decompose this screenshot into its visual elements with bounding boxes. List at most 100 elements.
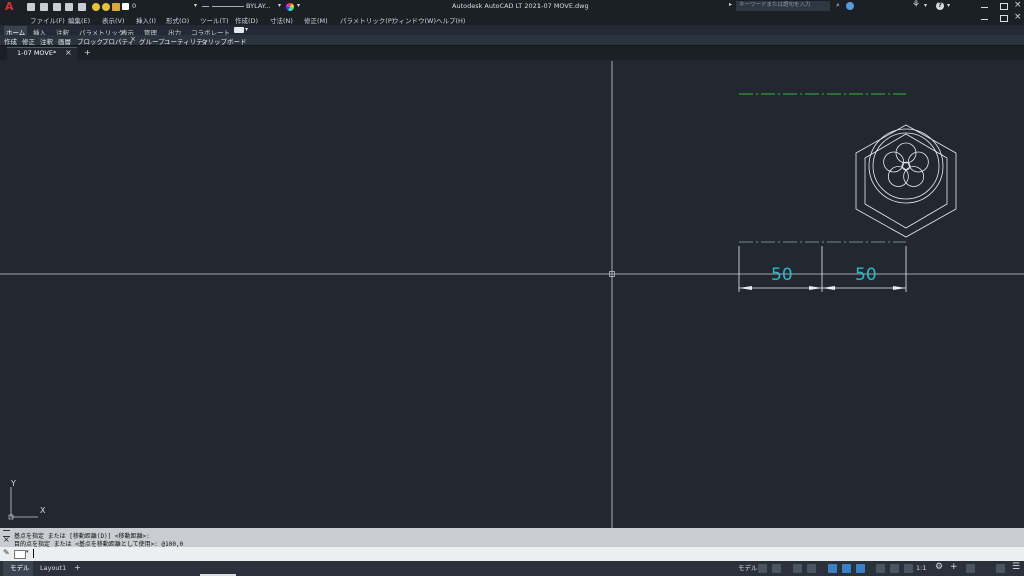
menu-window[interactable]: ウィンドウ(W) <box>392 15 436 25</box>
menu-bar: ファイル(F) 編集(E) 表示(V) 挿入(I) 形式(O) ツール(T) 作… <box>0 13 1024 25</box>
snap-toggle-icon[interactable] <box>772 564 781 573</box>
sun-icon[interactable] <box>102 3 110 11</box>
layer-color-swatch[interactable] <box>122 3 129 10</box>
workspace-gear-icon[interactable]: ⚙ <box>935 563 943 572</box>
user-icon[interactable] <box>846 2 854 10</box>
menu-file[interactable]: ファイル(F) <box>30 15 65 25</box>
minimize-icon[interactable] <box>981 7 988 8</box>
menu-dimension[interactable]: 寸法(N) <box>270 15 293 25</box>
menu-tools[interactable]: ツール(T) <box>200 15 229 25</box>
doc-restore-icon[interactable] <box>1000 15 1008 22</box>
help-chevron-icon[interactable]: ▾ <box>947 3 950 9</box>
layer-dropdown-chevron-icon[interactable]: ▾ <box>194 3 197 9</box>
ribbon-tabs: ホーム 挿入 注釈 パラメトリック 表示 管理 出力 コラボレート ▾ <box>0 25 1024 38</box>
add-layout-plus-icon[interactable]: + <box>74 564 81 572</box>
hexagon-inner <box>864 133 948 229</box>
panel-draw[interactable]: 作成 <box>4 36 17 46</box>
selection-cycling-icon[interactable] <box>890 564 899 573</box>
drawing-canvas[interactable]: 50 50 Y X <box>0 61 1024 528</box>
save-as-icon[interactable] <box>65 3 73 11</box>
petal-1 <box>895 142 917 164</box>
restore-icon[interactable] <box>1000 3 1008 10</box>
doc-minimize-icon[interactable] <box>981 19 988 20</box>
isodraft-toggle-icon[interactable] <box>828 564 837 573</box>
ribbon-toggle-button[interactable] <box>234 27 244 33</box>
panel-groups[interactable]: グループ <box>139 36 165 46</box>
menu-help[interactable]: ヘルプ(H) <box>436 15 465 25</box>
customize-status-menu-icon[interactable]: ☰ <box>1012 563 1020 572</box>
model-space-drawing <box>0 61 1024 528</box>
dim-arrow-3 <box>822 286 835 290</box>
ortho-toggle-icon[interactable] <box>793 564 802 573</box>
doc-close-icon[interactable]: × <box>1014 13 1022 22</box>
document-tab-bar: 1-07 MOVE* × + <box>0 46 1024 61</box>
grid-toggle-icon[interactable] <box>758 564 767 573</box>
linetype-dropdown-chevron-icon[interactable]: ▾ <box>278 3 281 9</box>
annotation-monitor-icon[interactable]: + <box>950 563 958 572</box>
open-file-icon[interactable] <box>40 3 48 11</box>
object-snap-tracking-icon[interactable] <box>842 564 851 573</box>
new-file-icon[interactable] <box>27 3 35 11</box>
petal-3 <box>903 166 925 187</box>
model-space-toggle[interactable]: モデル <box>738 565 758 572</box>
layer-dropdown-value[interactable]: 0 <box>132 3 136 10</box>
panel-modify[interactable]: 修正 <box>22 36 35 46</box>
linetype-dropdown-value[interactable]: BYLAY... <box>246 3 271 10</box>
menu-draw[interactable]: 作成(D) <box>235 15 258 25</box>
autodesk-app-icon[interactable]: ⚘ <box>912 1 920 10</box>
panel-layers[interactable]: 画層 <box>58 36 71 46</box>
hexagon-outer <box>855 124 957 238</box>
petal-2 <box>907 151 929 173</box>
lightbulb-icon[interactable] <box>92 3 100 11</box>
doc-tab-label: 1-07 MOVE* <box>17 49 57 57</box>
plot-icon[interactable] <box>78 3 86 11</box>
lineweight-toggle-icon[interactable] <box>876 564 885 573</box>
layout-tab-model-label: モデル <box>10 564 30 572</box>
file-name: 1-07 MOVE.dwg <box>537 2 589 10</box>
app-menu-chevron-icon[interactable]: ▾ <box>924 3 927 9</box>
close-icon[interactable]: × <box>1014 1 1022 10</box>
panel-clipboard[interactable]: クリップボード <box>201 36 247 46</box>
menu-view[interactable]: 表示(V) <box>102 15 125 25</box>
command-input[interactable] <box>32 548 1012 559</box>
dim-arrow-4 <box>893 286 906 290</box>
recent-commands-chevron-icon[interactable]: ▾ <box>26 550 29 555</box>
panel-properties-close-icon[interactable]: × <box>130 36 136 43</box>
annotation-scale[interactable]: 1:1 <box>916 565 926 572</box>
menu-parametric[interactable]: パラメトリック(P) <box>340 15 394 25</box>
app-logo-icon[interactable]: A <box>5 1 14 12</box>
object-snap-icon[interactable] <box>856 564 865 573</box>
quick-access-more-chevron-icon[interactable]: ▾ <box>297 3 300 9</box>
polar-toggle-icon[interactable] <box>807 564 816 573</box>
title-bar: A 0 ▾ BYLAY... ▾ ▾ Autodesk AutoCAD LT 2… <box>0 0 1024 13</box>
menu-format[interactable]: 形式(O) <box>166 15 189 25</box>
doc-tab-close-icon[interactable]: × <box>65 49 72 57</box>
isolate-objects-icon[interactable] <box>966 564 975 573</box>
new-tab-plus-icon[interactable]: + <box>84 49 91 57</box>
recent-commands-icon[interactable] <box>14 550 26 559</box>
clean-screen-icon[interactable] <box>996 564 1005 573</box>
save-icon[interactable] <box>53 3 61 11</box>
lock-icon[interactable] <box>112 3 120 11</box>
ribbon-toggle-chevron-icon[interactable]: ▾ <box>245 27 248 33</box>
menu-edit[interactable]: 編集(E) <box>68 15 90 25</box>
ucs-x-label: X <box>40 506 46 515</box>
annotation-visibility-icon[interactable] <box>904 564 913 573</box>
status-bar: モデル Layout1 + モデル 1:1 ⚙ + ☰ <box>0 561 1024 576</box>
search-expand-icon[interactable]: ▸ <box>729 2 732 8</box>
layout-tab-layout1[interactable]: Layout1 <box>40 565 66 572</box>
help-glyph: ? <box>938 1 943 9</box>
ucs-y-label: Y <box>11 479 16 488</box>
command-close-icon[interactable]: × <box>3 536 10 544</box>
customize-wrench-icon[interactable]: ✎ <box>3 549 10 557</box>
menu-insert[interactable]: 挿入(I) <box>136 15 156 25</box>
dimension-text-right: 50 <box>855 265 877 285</box>
dim-arrow-1 <box>739 286 752 290</box>
panel-annotation[interactable]: 注釈 <box>40 36 53 46</box>
app-title: Autodesk AutoCAD LT 2021 <box>452 2 541 10</box>
color-wheel-icon[interactable] <box>286 3 294 11</box>
search-icon[interactable]: ⌕ <box>836 2 840 9</box>
panel-block[interactable]: ブロック <box>77 36 103 46</box>
outer-circle <box>868 128 944 204</box>
menu-modify[interactable]: 修正(M) <box>304 15 328 25</box>
